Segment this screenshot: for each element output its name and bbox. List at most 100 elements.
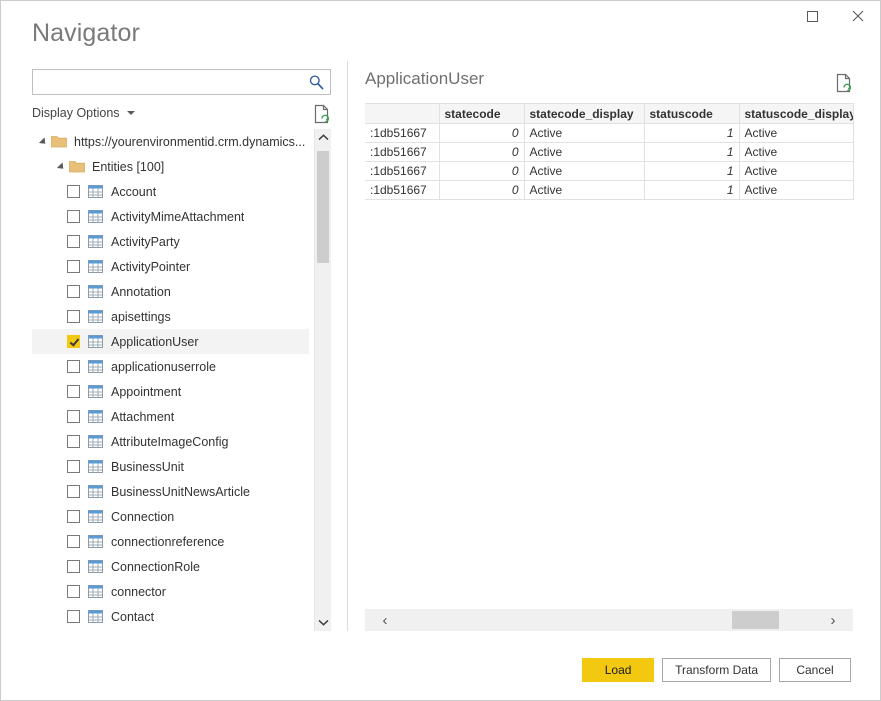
entity-tree: https://yourenvironmentid.crm.dynamics..… xyxy=(32,129,331,631)
column-header-statecode-display[interactable]: statecode_display xyxy=(523,103,645,124)
item-checkbox[interactable] xyxy=(67,210,80,223)
load-button[interactable]: Load xyxy=(582,658,655,682)
item-checkbox[interactable] xyxy=(67,335,80,348)
table-icon xyxy=(88,235,103,248)
item-checkbox[interactable] xyxy=(67,560,80,573)
refresh-preview-icon[interactable] xyxy=(313,104,331,124)
tree-item-connection[interactable]: Connection xyxy=(32,504,309,529)
scroll-down-button[interactable] xyxy=(315,614,331,631)
table-row[interactable]: :1db51667 0 Active 1 Active xyxy=(365,142,854,162)
tree-item-businessunit[interactable]: BusinessUnit xyxy=(32,454,309,479)
tree-node-entities[interactable]: Entities [100] xyxy=(32,154,309,179)
tree-vertical-scrollbar[interactable] xyxy=(314,129,331,631)
table-icon xyxy=(88,410,103,423)
window-controls xyxy=(790,1,880,31)
tree-item-apisettings[interactable]: apisettings xyxy=(32,304,309,329)
column-header-statuscode[interactable]: statuscode xyxy=(643,103,740,124)
tree-item-connectionreference[interactable]: connectionreference xyxy=(32,529,309,554)
expand-triangle-icon[interactable] xyxy=(38,136,49,147)
pane-divider xyxy=(347,61,348,631)
cell-statuscode-display: Active xyxy=(738,161,854,181)
tree-item-activitymimeattachment[interactable]: ActivityMimeAttachment xyxy=(32,204,309,229)
close-button[interactable] xyxy=(835,1,880,31)
preview-scroll-thumb[interactable] xyxy=(732,611,779,629)
tree-item-connectionrole[interactable]: ConnectionRole xyxy=(32,554,309,579)
table-row[interactable]: :1db51667 0 Active 1 Active xyxy=(365,123,854,143)
table-icon xyxy=(88,335,103,348)
table-icon xyxy=(88,385,103,398)
folder-icon xyxy=(51,136,67,148)
item-checkbox[interactable] xyxy=(67,410,80,423)
tree-item-label: ConnectionRole xyxy=(111,559,200,574)
item-checkbox[interactable] xyxy=(67,360,80,373)
tree-item-applicationuserrole[interactable]: applicationuserrole xyxy=(32,354,309,379)
table-row[interactable]: :1db51667 0 Active 1 Active xyxy=(365,161,854,181)
tree-item-account[interactable]: Account xyxy=(32,179,309,204)
tree-item-attributeimageconfig[interactable]: AttributeImageConfig xyxy=(32,429,309,454)
tree-item-annotation[interactable]: Annotation xyxy=(32,279,309,304)
column-header-key[interactable] xyxy=(365,103,440,124)
preview-pane: ApplicationUser statecode statecode_disp… xyxy=(365,69,854,200)
item-checkbox[interactable] xyxy=(67,235,80,248)
folder-icon xyxy=(69,161,85,173)
table-icon xyxy=(88,610,103,623)
table-icon xyxy=(88,460,103,473)
dialog-footer: Load Transform Data Cancel xyxy=(582,658,851,682)
item-checkbox[interactable] xyxy=(67,310,80,323)
item-checkbox[interactable] xyxy=(67,435,80,448)
tree-item-label: ActivityParty xyxy=(111,234,180,249)
tree-item-applicationuser[interactable]: ApplicationUser xyxy=(32,329,309,354)
display-options-menu[interactable]: Display Options xyxy=(32,106,135,120)
item-checkbox[interactable] xyxy=(67,485,80,498)
cell-statuscode: 1 xyxy=(643,142,740,162)
item-checkbox[interactable] xyxy=(67,285,80,298)
preview-refresh-icon[interactable] xyxy=(835,73,853,93)
tree-item-appointment[interactable]: Appointment xyxy=(32,379,309,404)
table-icon xyxy=(88,185,103,198)
column-header-statuscode-display[interactable]: statuscode_display xyxy=(738,103,854,124)
tree-item-label: ApplicationUser xyxy=(111,334,199,349)
tree-item-contact[interactable]: Contact xyxy=(32,604,309,629)
table-row[interactable]: :1db51667 0 Active 1 Active xyxy=(365,180,854,200)
tree-node-label: Entities [100] xyxy=(92,159,165,174)
expand-triangle-icon[interactable] xyxy=(56,161,67,172)
left-pane: Display Options xyxy=(32,69,331,126)
item-checkbox[interactable] xyxy=(67,585,80,598)
tree-item-activitypointer[interactable]: ActivityPointer xyxy=(32,254,309,279)
navigator-dialog: Navigator Display Options https://youren… xyxy=(0,0,881,701)
item-checkbox[interactable] xyxy=(67,610,80,623)
scroll-right-button[interactable]: › xyxy=(821,609,845,631)
tree-scroll-thumb[interactable] xyxy=(317,151,329,263)
tree-item-attachment[interactable]: Attachment xyxy=(32,404,309,429)
title-bar: Navigator xyxy=(1,1,880,57)
table-icon xyxy=(88,485,103,498)
item-checkbox[interactable] xyxy=(67,510,80,523)
cancel-button[interactable]: Cancel xyxy=(779,658,851,682)
item-checkbox[interactable] xyxy=(67,460,80,473)
column-header-statecode[interactable]: statecode xyxy=(438,103,525,124)
preview-horizontal-scrollbar[interactable]: ‹ › xyxy=(365,609,853,631)
transform-data-button[interactable]: Transform Data xyxy=(662,658,771,682)
scroll-left-button[interactable]: ‹ xyxy=(373,609,397,631)
tree-node-label: https://yourenvironmentid.crm.dynamics..… xyxy=(74,134,306,149)
tree-item-connector[interactable]: connector xyxy=(32,579,309,604)
search-box[interactable] xyxy=(32,69,331,95)
item-checkbox[interactable] xyxy=(67,185,80,198)
tree-item-label: Connection xyxy=(111,509,175,524)
tree-item-label: ActivityPointer xyxy=(111,259,191,274)
search-input[interactable] xyxy=(33,70,305,94)
cell-key: :1db51667 xyxy=(365,180,440,200)
scroll-up-button[interactable] xyxy=(315,129,331,146)
item-checkbox[interactable] xyxy=(67,385,80,398)
maximize-button[interactable] xyxy=(790,1,835,31)
tree-item-businessunitnewsarticle[interactable]: BusinessUnitNewsArticle xyxy=(32,479,309,504)
tree-item-label: Contact xyxy=(111,609,155,624)
tree-node-root[interactable]: https://yourenvironmentid.crm.dynamics..… xyxy=(32,129,309,154)
tree-item-activityparty[interactable]: ActivityParty xyxy=(32,229,309,254)
table-icon xyxy=(88,310,103,323)
item-checkbox[interactable] xyxy=(67,535,80,548)
search-icon[interactable] xyxy=(308,74,325,91)
item-checkbox[interactable] xyxy=(67,260,80,273)
close-icon xyxy=(852,10,863,22)
tree-list: https://yourenvironmentid.crm.dynamics..… xyxy=(32,129,309,629)
